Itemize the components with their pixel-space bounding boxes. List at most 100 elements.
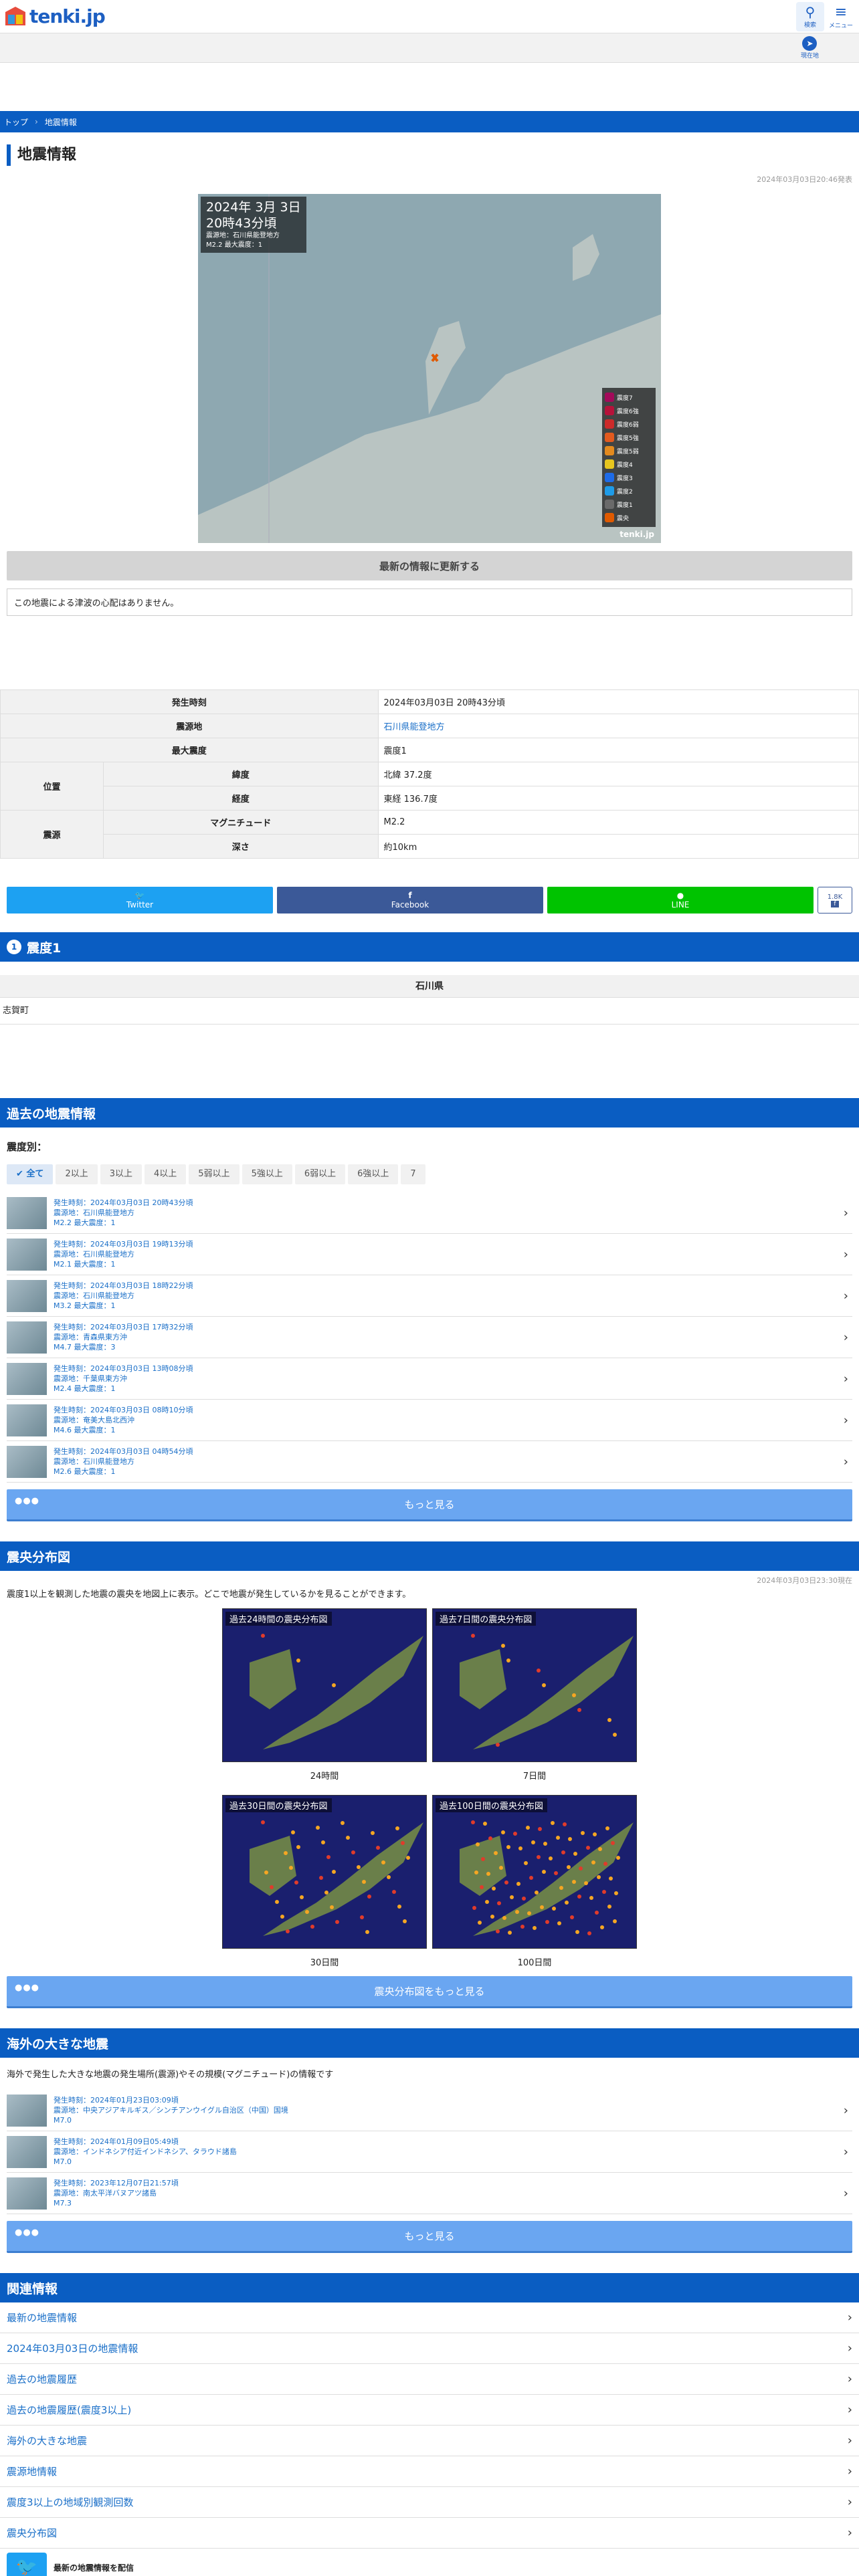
menu-icon: ≡	[834, 3, 848, 21]
dist-map-caption: 100日間	[517, 1958, 552, 1968]
map-logo: tenki.jp	[619, 530, 654, 539]
related-link[interactable]: 海外の大きな地震 ›	[0, 2426, 859, 2456]
quake-mag: M2.2 最大震度：1	[54, 1218, 116, 1227]
position-label: 位置	[0, 762, 104, 811]
quake-text: 発生時刻：2024年03月03日 18時22分頃 震源地：石川県能登地方 M3.2 …	[54, 1281, 193, 1311]
filter-chip[interactable]: 3以上	[100, 1164, 142, 1184]
quake-row[interactable]: 発生時刻：2024年03月03日 19時13分頃 震源地：石川県能登地方 M2.1 …	[7, 1234, 852, 1275]
related-heading: 関連情報	[0, 2273, 859, 2302]
site-logo[interactable]: tenki.jp	[4, 5, 106, 28]
location-button[interactable]: ➤ 現在地	[801, 36, 819, 60]
dist-map[interactable]: 過去100日間の震央分布図 100日間	[432, 1795, 637, 1976]
search-icon: ⚲	[805, 4, 816, 20]
quake-thumbnail	[7, 1445, 47, 1478]
quake-row[interactable]: 発生時刻：2024年01月09日05:49頃 震源地：インドネシア付近インドネシア…	[7, 2131, 852, 2173]
quake-row[interactable]: 発生時刻：2024年03月03日 04時54分頃 震源地：石川県能登地方 M2.6 …	[7, 1441, 852, 1483]
related-link[interactable]: 2024年03月03日の地震情報 ›	[0, 2333, 859, 2364]
filter-chip[interactable]: 5強以上	[242, 1164, 292, 1184]
epicenter-link[interactable]: 石川県能登地方	[384, 722, 445, 732]
map-legend: 震度7 震度6強 震度6弱 震度5強 震度5弱 震度4 震度3 震度2 震度1 震央	[602, 388, 656, 527]
overseas-more-button[interactable]: ●●● もっと見る	[7, 2221, 852, 2253]
epicenter-label: 震源地	[0, 714, 379, 738]
related-link[interactable]: 震央分布図 ›	[0, 2518, 859, 2549]
dist-map-label: 過去7日間の震央分布図	[436, 1612, 537, 1626]
quake-place: 震源地：インドネシア付近インドネシア、タラウド諸島	[54, 2147, 237, 2156]
dist-map[interactable]: 過去30日間の震央分布図 30日間	[222, 1795, 427, 1976]
legend-swatch-icon	[605, 513, 614, 522]
check-icon: ✔	[16, 1169, 27, 1179]
quake-text: 発生時刻：2023年12月07日21:57頃 震源地：南太平洋バヌアツ諸島 M7.3	[54, 2178, 179, 2208]
quake-time: 発生時刻：2024年03月03日 18時22分頃	[54, 1281, 193, 1290]
breadcrumb-home[interactable]: トップ	[4, 116, 28, 128]
quake-row[interactable]: 発生時刻：2023年12月07日21:57頃 震源地：南太平洋バヌアツ諸島 M7.3…	[7, 2173, 852, 2214]
quake-mag: M2.6 最大震度：1	[54, 1467, 116, 1476]
quake-thumbnail	[7, 1404, 47, 1436]
legend-swatch-icon	[605, 433, 614, 442]
line-share-button[interactable]: ● LINE	[547, 887, 814, 914]
related-link[interactable]: 過去の地震履歴 ›	[0, 2364, 859, 2395]
dist-map-caption: 24時間	[310, 1772, 339, 1782]
quake-thumbnail	[7, 1362, 47, 1395]
legend-item: 震度2	[605, 484, 653, 498]
chevron-right-icon: ›	[843, 2145, 848, 2159]
map-time: 20時43分頃	[206, 216, 277, 231]
intensity-filters: ✔ 全て 2以上 3以上 4以上 5弱以上 5強以上 6弱以上 6強以上 7	[7, 1164, 852, 1184]
filter-chip[interactable]: ✔ 全て	[7, 1164, 54, 1184]
page-title: 地震情報	[7, 144, 859, 166]
depth-value: 約10km	[377, 834, 859, 859]
twitter-share-button[interactable]: 🐦 Twitter	[7, 887, 273, 914]
facebook-count[interactable]: 1.8K f	[818, 887, 852, 914]
quake-row[interactable]: 発生時刻：2024年01月23日03:09頃 震源地：中央アジアキルギス／シンチア…	[7, 2090, 852, 2131]
filter-chip[interactable]: 7	[401, 1164, 425, 1184]
quake-text: 発生時刻：2024年01月09日05:49頃 震源地：インドネシア付近インドネシア…	[54, 2137, 237, 2167]
legend-label: 震度1	[617, 502, 633, 509]
tsunami-notice: この地震による津波の心配はありません。	[7, 588, 852, 616]
dist-map-label: 過去30日間の震央分布図	[225, 1798, 332, 1812]
related-link[interactable]: 最新の地震情報 ›	[0, 2302, 859, 2333]
legend-item: 震央	[605, 511, 653, 524]
quake-time: 発生時刻：2024年03月03日 04時54分頃	[54, 1447, 193, 1456]
intensity-icon: 1	[7, 940, 21, 954]
related-link[interactable]: 震源地情報 ›	[0, 2456, 859, 2487]
update-button[interactable]: 最新の情報に更新する	[7, 551, 852, 580]
twitter-promo[interactable]: 🐦 最新の地震情報を配信	[0, 2549, 859, 2576]
legend-item: 震度6強	[605, 404, 653, 417]
facebook-share-button[interactable]: f Facebook	[277, 887, 543, 914]
filter-chip[interactable]: 6強以上	[348, 1164, 399, 1184]
filter-chip[interactable]: 5弱以上	[189, 1164, 240, 1184]
quake-row[interactable]: 発生時刻：2024年03月03日 20時43分頃 震源地：石川県能登地方 M2.2 …	[7, 1192, 852, 1234]
depth-label: 深さ	[102, 834, 379, 859]
quake-row[interactable]: 発生時刻：2024年03月03日 13時08分頃 震源地：千葉県東方沖 M2.4 最…	[7, 1358, 852, 1400]
search-button[interactable]: ⚲ 検索	[796, 1, 824, 31]
dist-map[interactable]: 過去24時間の震央分布図 24時間	[222, 1608, 427, 1790]
quake-row[interactable]: 発生時刻：2024年03月03日 08時10分頃 震源地：奄美大島北西沖 M4.6 …	[7, 1400, 852, 1441]
site-header: tenki.jp ⚲ 検索 ≡ メニュー	[0, 0, 859, 33]
menu-button[interactable]: ≡ メニュー	[827, 1, 855, 31]
quake-time: 発生時刻：2024年03月03日 20時43分頃	[54, 1198, 193, 1207]
chevron-right-icon: ›	[843, 2103, 848, 2117]
breadcrumb-current: 地震情報	[44, 117, 77, 127]
dist-more-button[interactable]: ●●● 震央分布図をもっと見る	[7, 1976, 852, 2008]
dist-map[interactable]: 過去7日間の震央分布図 7日間	[432, 1608, 637, 1790]
past-more-button[interactable]: ●●● もっと見る	[7, 1489, 852, 1521]
overseas-desc: 海外で発生した大きな地震の発生場所(震源)やその規模(マグニチュード)の情報です	[7, 2070, 334, 2080]
dist-map-image: 過去100日間の震央分布図	[432, 1795, 637, 1949]
facebook-icon: f	[408, 891, 412, 900]
chevron-right-icon: ›	[843, 1206, 848, 1220]
filter-chip[interactable]: 4以上	[145, 1164, 187, 1184]
filter-chip[interactable]: 6弱以上	[294, 1164, 346, 1184]
chevron-right-icon: ›	[843, 1330, 848, 1344]
quake-mag: M7.3	[54, 2199, 72, 2208]
dots-icon: ●●●	[15, 2228, 40, 2238]
quake-row[interactable]: 発生時刻：2024年03月03日 17時32分頃 震源地：青森県東方沖 M4.7 最…	[7, 1317, 852, 1358]
quake-row[interactable]: 発生時刻：2024年03月03日 18時22分頃 震源地：石川県能登地方 M3.2 …	[7, 1275, 852, 1317]
quake-mag: M7.0	[54, 2157, 72, 2166]
related-link[interactable]: 過去の地震履歴(震度3以上) ›	[0, 2395, 859, 2426]
related-link[interactable]: 震度3以上の地域別観測回数 ›	[0, 2487, 859, 2518]
dist-map-caption: 30日間	[310, 1958, 339, 1968]
filter-chip[interactable]: 2以上	[56, 1164, 98, 1184]
share-bar: 🐦 Twitter f Facebook ● LINE 1.8K f	[7, 887, 852, 914]
quake-thumbnail	[7, 2135, 47, 2168]
mag-value: M2.2	[377, 810, 859, 835]
quake-thumbnail	[7, 1196, 47, 1229]
